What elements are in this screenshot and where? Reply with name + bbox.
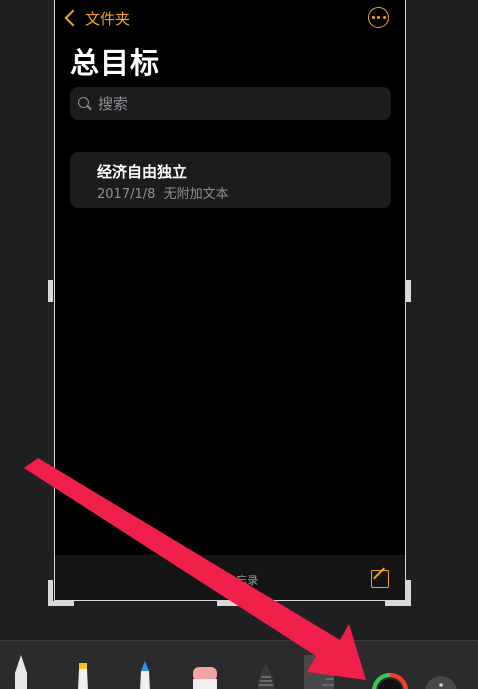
note-title: 经济自由独立	[97, 163, 188, 181]
crop-handle-left[interactable]	[48, 280, 53, 302]
color-picker[interactable]	[370, 671, 410, 689]
list-item[interactable]: 经济自由独立 2017/1/8 无附加文本	[70, 152, 391, 208]
page-title: 总目标	[70, 46, 161, 80]
more-tools[interactable]	[424, 675, 458, 689]
back-to-folders-button[interactable]: 文件夹	[63, 6, 130, 30]
chevron-left-icon	[64, 9, 82, 27]
highlighter-tool[interactable]	[76, 663, 90, 689]
crop-handle-bottom-center[interactable]	[217, 601, 243, 606]
note-date: 2017/1/8	[97, 187, 156, 202]
pencil-tool[interactable]	[138, 661, 152, 689]
ellipsis-circle-icon[interactable]	[368, 7, 389, 28]
crop-handle-bottom-left-h[interactable]	[48, 601, 74, 606]
note-preview: 无附加文本	[163, 187, 229, 202]
screenshot-preview: 文件夹 总目标 经济自由独立 2017/1/8 无附加文本 1 个备忘录	[54, 0, 406, 601]
back-label: 文件夹	[85, 9, 131, 28]
compose-icon[interactable]	[371, 570, 389, 588]
ruler-tool[interactable]	[304, 655, 334, 689]
pen-tool[interactable]	[14, 655, 28, 689]
search-input[interactable]	[98, 94, 358, 113]
bottom-toolbar: 1 个备忘录	[55, 555, 405, 600]
note-count: 1 个备忘录	[203, 574, 259, 587]
note-meta: 2017/1/8 无附加文本	[97, 183, 229, 202]
crop-handle-right[interactable]	[406, 280, 411, 302]
magnifier-icon	[78, 96, 92, 111]
search-bar[interactable]	[70, 87, 391, 120]
eraser-tool[interactable]	[192, 667, 218, 689]
crop-handle-bottom-right-h[interactable]	[385, 601, 411, 606]
markup-toolbar	[0, 640, 478, 689]
lasso-tool[interactable]	[256, 663, 276, 689]
